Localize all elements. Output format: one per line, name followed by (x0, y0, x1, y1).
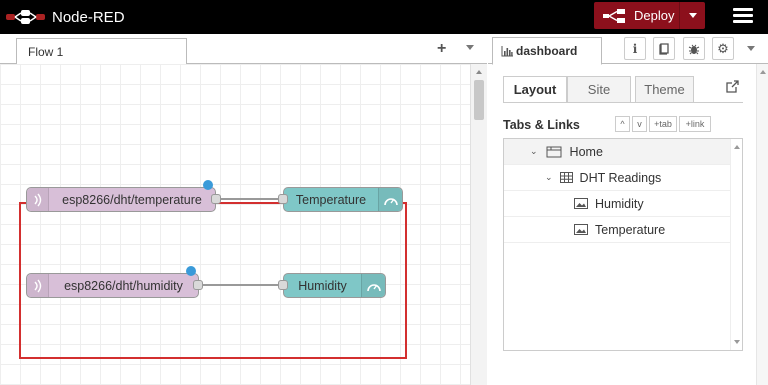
deploy-label: Deploy (634, 8, 675, 23)
info-tab-button[interactable]: i (624, 37, 646, 60)
node-red-logo-icon (6, 10, 45, 24)
table-icon (559, 172, 573, 183)
deploy-options-button[interactable] (679, 2, 705, 29)
node-label: Humidity (298, 278, 347, 293)
chevron-down-icon[interactable]: ⌄ (530, 146, 538, 157)
tree-item-widget-humidity[interactable]: Humidity (504, 191, 730, 217)
top-header: Node-RED Deploy (0, 0, 768, 34)
dashboard-panel: Layout Site Theme Tabs & Links ^ v +tab … (488, 64, 756, 385)
mqtt-wave-icon (27, 188, 49, 211)
add-tab-button[interactable]: +tab (649, 116, 677, 132)
mqtt-in-node-humidity[interactable]: esp8266/dht/humidity (26, 273, 199, 298)
sidebar-tabs-caret-icon[interactable] (747, 46, 755, 51)
scroll-up-icon[interactable] (760, 70, 766, 74)
book-icon (659, 42, 669, 55)
scrollbar-thumb[interactable] (474, 80, 484, 120)
sidebar-scrollbar[interactable] (756, 64, 768, 385)
tree-item-tab-home[interactable]: ⌄ Home (504, 139, 730, 165)
changed-indicator-dot (203, 180, 213, 190)
add-flow-button[interactable]: + (437, 40, 446, 58)
gauge-icon (361, 274, 385, 297)
input-port[interactable] (278, 194, 288, 204)
input-port[interactable] (278, 280, 288, 290)
image-icon (574, 198, 588, 209)
flow-list-caret-icon[interactable] (466, 45, 474, 50)
node-label: esp8266/dht/temperature (62, 192, 202, 207)
tabs-links-tree: ⌄ Home ⌄ DHT Readings Humidity Temperatu… (503, 138, 743, 351)
gauge-node-humidity[interactable]: Humidity (283, 273, 386, 298)
tab-site[interactable]: Site (567, 76, 631, 103)
add-link-button[interactable]: +link (679, 116, 711, 132)
tree-item-label: Humidity (595, 196, 644, 211)
tab-flow-1[interactable]: Flow 1 (16, 38, 187, 65)
node-label: Temperature (295, 192, 367, 207)
wire-humidity[interactable] (203, 284, 283, 286)
bar-chart-icon (501, 45, 513, 56)
workspace: Flow 1 + esp8266/dht/temperature Tempera… (0, 34, 487, 385)
app-logo: Node-RED (6, 8, 125, 26)
tree-item-label: Temperature (595, 222, 666, 237)
bug-icon (688, 44, 700, 54)
deploy-icon (603, 8, 625, 23)
expand-all-button[interactable]: v (632, 116, 647, 132)
scroll-down-icon[interactable] (734, 340, 740, 344)
workspace-tabbar: Flow 1 + (0, 34, 487, 65)
mqtt-wave-icon (27, 274, 49, 297)
gear-icon: ⚙ (717, 40, 729, 56)
mqtt-in-node-temperature[interactable]: esp8266/dht/temperature (26, 187, 216, 212)
flow-canvas[interactable]: esp8266/dht/temperature Temperature esp8… (0, 64, 470, 385)
info-icon: i (632, 41, 638, 56)
tab-theme[interactable]: Theme (635, 76, 694, 103)
tree-item-label: DHT Readings (579, 170, 662, 185)
gauge-icon (378, 188, 402, 211)
scroll-up-icon[interactable] (476, 70, 482, 74)
app-title: Node-RED (52, 8, 125, 26)
node-label: esp8266/dht/humidity (64, 278, 183, 293)
deploy-main-button[interactable]: Deploy (594, 2, 679, 29)
tab-layout[interactable]: Layout (503, 76, 567, 103)
output-port[interactable] (211, 194, 221, 204)
hamburger-icon (733, 8, 753, 11)
tabs-links-heading: Tabs & Links (503, 118, 580, 132)
debug-tab-button[interactable] (683, 37, 705, 60)
caret-down-icon (688, 13, 697, 18)
external-link-icon[interactable] (726, 80, 739, 93)
tab-dashboard[interactable]: dashboard (492, 37, 602, 65)
main-menu-button[interactable] (733, 8, 753, 26)
sidebar: dashboard i ⚙ Layout Site Theme Tabs & L… (488, 34, 768, 385)
chevron-down-icon[interactable]: ⌄ (545, 172, 553, 183)
scroll-up-icon[interactable] (734, 145, 740, 149)
tab-icon (546, 146, 562, 157)
canvas-vertical-scrollbar[interactable] (470, 64, 487, 385)
output-port[interactable] (193, 280, 203, 290)
sub-tabs-divider (503, 102, 743, 103)
wire-temperature[interactable] (220, 198, 283, 200)
deploy-button[interactable]: Deploy (594, 2, 705, 29)
tabs-links-toolbar: ^ v +tab +link (615, 116, 713, 132)
tab-dashboard-label: dashboard (516, 44, 578, 58)
collapse-all-button[interactable]: ^ (615, 116, 630, 132)
tree-item-label: Home (569, 144, 603, 159)
help-tab-button[interactable] (653, 37, 675, 60)
sidebar-tabbar: dashboard i ⚙ (488, 34, 768, 65)
gauge-node-temperature[interactable]: Temperature (283, 187, 403, 212)
tree-item-group-dht[interactable]: ⌄ DHT Readings (504, 165, 730, 191)
config-tab-button[interactable]: ⚙ (712, 37, 734, 60)
tree-scrollbar[interactable] (730, 139, 742, 350)
changed-indicator-dot (186, 266, 196, 276)
image-icon (574, 224, 588, 235)
tree-item-widget-temperature[interactable]: Temperature (504, 217, 730, 243)
